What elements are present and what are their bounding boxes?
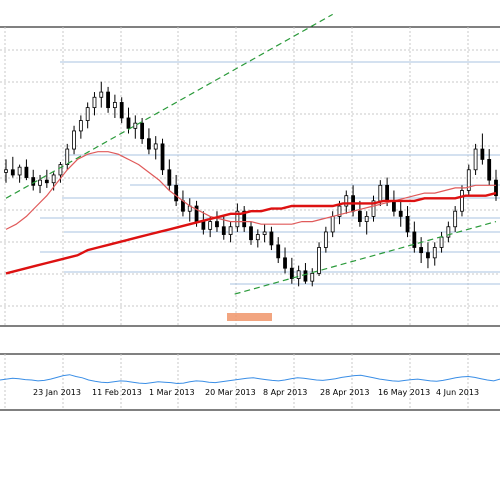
candle-body xyxy=(78,120,83,132)
candle-body xyxy=(378,184,383,202)
candle-body xyxy=(17,166,22,176)
candle-body xyxy=(208,221,213,230)
candle-body xyxy=(215,221,219,228)
candle-body xyxy=(99,91,104,98)
candle-body xyxy=(10,169,15,176)
candle-body xyxy=(276,244,281,259)
x-tick-label: 11 Feb 2013 xyxy=(92,388,142,397)
candle-body xyxy=(364,215,369,222)
x-tick-label: 28 Apr 2013 xyxy=(320,388,369,397)
candle-body xyxy=(283,257,287,269)
candle-body xyxy=(439,236,444,248)
candle-body xyxy=(58,164,63,176)
candle-body xyxy=(167,169,172,186)
candle-body xyxy=(201,221,206,230)
support-zone-highlight xyxy=(227,313,272,321)
candle-body xyxy=(392,200,396,212)
candle-body xyxy=(140,122,145,140)
candle-body xyxy=(147,138,151,150)
candle-body xyxy=(181,200,185,212)
candle-body xyxy=(289,267,294,279)
candle-body xyxy=(296,270,301,279)
candle-body xyxy=(330,215,335,233)
candle-body xyxy=(385,184,390,202)
candle-body xyxy=(460,190,464,212)
candle-body xyxy=(398,210,403,217)
candle-body xyxy=(126,117,131,129)
candle-body xyxy=(473,148,478,171)
candle-body xyxy=(221,226,226,235)
candle-body xyxy=(51,174,56,184)
candle-body xyxy=(487,159,492,181)
candle-body xyxy=(357,210,362,222)
x-tick-label: 20 Mar 2013 xyxy=(205,388,256,397)
candle-body xyxy=(432,247,437,259)
candle-body xyxy=(44,179,49,184)
candle-body xyxy=(453,210,458,228)
candle-body xyxy=(4,169,8,173)
candle-body xyxy=(303,270,308,282)
candle-body xyxy=(323,231,328,248)
candle-body xyxy=(153,143,158,150)
candle-body xyxy=(262,231,267,235)
candle-body xyxy=(133,122,138,129)
candle-body xyxy=(426,252,430,259)
candle-body xyxy=(174,184,179,202)
candle-body xyxy=(92,96,97,109)
candle-body xyxy=(405,215,410,233)
candle-body xyxy=(228,226,233,235)
candle-body xyxy=(419,247,424,254)
x-tick-label: 23 Jan 2013 xyxy=(33,388,81,397)
candle-body xyxy=(106,91,110,109)
candle-body xyxy=(249,226,253,241)
x-tick-label: 16 May 2013 xyxy=(378,388,430,397)
candle-body xyxy=(85,107,90,121)
candle-body xyxy=(310,272,315,282)
chart-background xyxy=(0,0,500,500)
candle-body xyxy=(31,177,36,186)
candle-body xyxy=(317,247,321,274)
candle-body xyxy=(255,234,260,241)
x-tick-label: 8 Apr 2013 xyxy=(263,388,307,397)
candle-body xyxy=(119,102,124,119)
candle-body xyxy=(38,179,42,186)
chart: 23 Jan 2013 11 Feb 2013 1 Mar 2013 20 Ma… xyxy=(0,0,500,500)
candle-body xyxy=(65,148,70,165)
candle-body xyxy=(480,148,485,160)
x-tick-label: 4 Jun 2013 xyxy=(436,388,479,397)
candle-body xyxy=(112,102,117,109)
candle-body xyxy=(160,143,165,171)
x-tick-label: 1 Mar 2013 xyxy=(149,388,195,397)
candle-body xyxy=(24,166,29,178)
candle-body xyxy=(72,130,76,150)
candle-body xyxy=(269,231,274,246)
